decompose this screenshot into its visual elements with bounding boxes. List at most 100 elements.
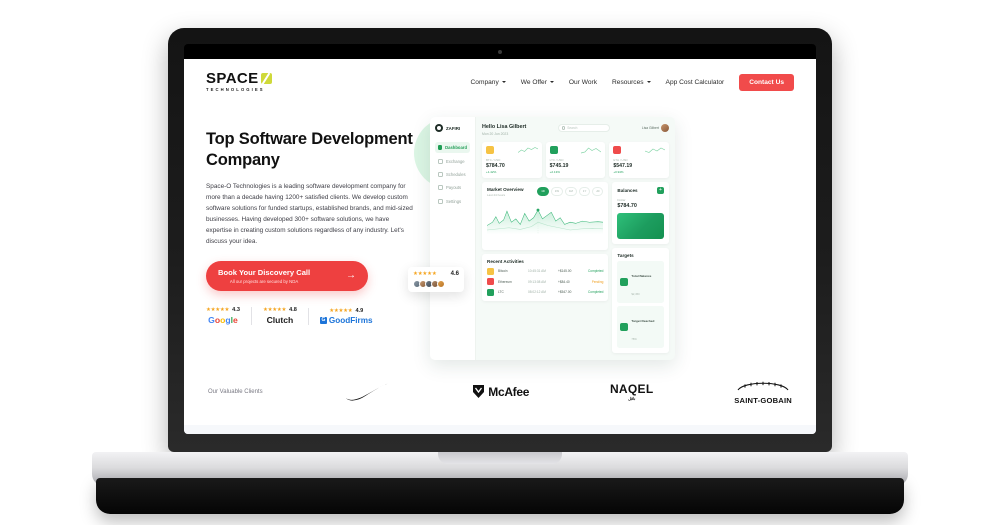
activity-time: 08:02:12 AM xyxy=(528,290,546,294)
sidebar-item-label: Settings xyxy=(446,198,462,204)
target-icon xyxy=(620,278,629,286)
main-navigation: Company We Offer Our Work Resources App … xyxy=(471,73,794,91)
stars-icon: ★★★★★ xyxy=(262,307,287,314)
bitcoin-icon xyxy=(487,267,494,275)
panel-subtitle: Last 24 hours xyxy=(487,193,506,197)
stat-change: +2.13% xyxy=(549,170,560,174)
page-title: Top Software Development Company xyxy=(206,130,413,170)
site-logo[interactable]: SPACE TECHNOLOGIES xyxy=(206,71,272,92)
dashboard-logo: ZAFIRI xyxy=(435,124,470,132)
rating-badge-clutch[interactable]: ★★★★★ 4.8 Clutch xyxy=(250,307,308,326)
stars-icon: ★★★★★ xyxy=(413,271,437,277)
laptop-front-edge xyxy=(96,478,904,514)
rating-score: 4.8 xyxy=(289,307,297,314)
rating-badge-google[interactable]: ★★★★★ 4.3 Google xyxy=(206,307,251,325)
status-badge: Completed xyxy=(588,290,604,294)
sidebar-item-settings[interactable]: Settings xyxy=(435,196,470,207)
pill-1m[interactable]: 1M xyxy=(565,187,577,196)
sidebar-item-schedules[interactable]: Schedules xyxy=(435,169,470,180)
chevron-down-icon xyxy=(646,81,651,83)
stat-pair: LTC / USD xyxy=(549,158,564,162)
activity-amount: +$84.40 xyxy=(558,279,570,284)
nike-swoosh-icon xyxy=(346,382,391,401)
team-row[interactable]: Total Balance $2,450 xyxy=(617,261,664,303)
contact-us-button[interactable]: Contact Us xyxy=(739,73,794,91)
stat-pair: BTC / USD xyxy=(486,158,501,162)
status-badge: Completed xyxy=(588,269,604,273)
mcafee-shield-icon xyxy=(473,385,485,398)
pill-1y[interactable]: 1Y xyxy=(578,187,591,196)
sparkline-chart xyxy=(645,147,666,153)
pill-1d[interactable]: 1D xyxy=(537,187,549,196)
activity-row[interactable]: Bitcoin 10:45:31 AM +$145.00 Completed xyxy=(487,267,604,275)
status-badge: Pending xyxy=(591,279,604,284)
activity-row[interactable]: LTC 08:02:12 AM +$547.00 Completed xyxy=(487,288,604,296)
team-sub: $2,450 xyxy=(631,293,640,296)
activity-name: LTC xyxy=(498,290,504,294)
cta-label: Book Your Discovery Call xyxy=(218,268,311,278)
goodfirms-logo: G GoodFirms xyxy=(319,316,373,325)
book-discovery-call-button[interactable]: Book Your Discovery Call All our project… xyxy=(206,261,368,292)
sidebar-item-exchange[interactable]: Exchange xyxy=(435,155,470,166)
time-range-pills: 1D 1W 1M 1Y All xyxy=(537,187,604,196)
client-logo-mcafee: McAfee xyxy=(472,384,529,399)
rating-score: 4.3 xyxy=(232,307,240,314)
chevron-down-icon xyxy=(501,81,506,83)
grid-icon xyxy=(438,145,443,151)
rating-badges: ★★★★★ 4.3 Google ★★★★★ 4.8 Clutch ★★★★★ … xyxy=(206,307,414,326)
mcafee-wordmark: McAfee xyxy=(488,384,530,399)
stars-icon: ★★★★★ xyxy=(329,307,353,314)
nav-item-we-offer[interactable]: We Offer xyxy=(521,79,554,86)
greeting-text: Hello Lisa Gilbert xyxy=(482,124,527,130)
dashboard-logo-icon xyxy=(435,124,443,132)
nav-item-company[interactable]: Company xyxy=(471,79,506,86)
sidebar-item-dashboard[interactable]: Dashboard xyxy=(435,142,470,154)
balances-panel: Balances + Dollar $784.70 xyxy=(612,182,669,244)
stat-card[interactable]: ETH / USD $547.19 +0.94% xyxy=(609,142,670,178)
nav-item-our-work[interactable]: Our Work xyxy=(569,79,597,86)
client-logo-nike xyxy=(343,382,391,401)
nav-label: App Cost Calculator xyxy=(665,78,725,86)
nav-label: Our Work xyxy=(568,78,598,86)
rating-value: 4.6 xyxy=(450,271,459,277)
dashboard-search-input[interactable]: Search xyxy=(558,124,611,132)
sidebar-item-payouts[interactable]: Payouts xyxy=(435,182,470,193)
avatar xyxy=(437,280,445,288)
activity-amount: +$145.00 xyxy=(558,269,572,273)
google-logo: Google xyxy=(208,315,238,326)
nav-label: Resources xyxy=(612,78,644,86)
hero-visual-column: ZAFIRI Dashboard Exchange Schedules Payo… xyxy=(408,113,794,360)
nav-label: We Offer xyxy=(520,78,547,86)
activity-row[interactable]: Ethereum 09:13:08 AM +$84.40 Pending xyxy=(487,278,603,285)
stat-value: $547.19 xyxy=(613,163,633,169)
pill-1w[interactable]: 1W xyxy=(550,187,563,196)
calendar-icon xyxy=(438,171,443,177)
plus-icon[interactable]: + xyxy=(657,187,664,194)
rating-score: 4.9 xyxy=(355,307,364,314)
hero-section: Top Software Development Company Space-O… xyxy=(184,103,816,360)
exchange-icon xyxy=(438,158,443,164)
pill-all[interactable]: All xyxy=(592,187,604,196)
nav-item-app-cost-calculator[interactable]: App Cost Calculator xyxy=(666,79,725,86)
stat-card[interactable]: BTC / USD $784.70 +1.42% xyxy=(482,142,542,178)
floating-rating-card: ★★★★★ 4.6 xyxy=(408,267,464,292)
team-name: Total Balance xyxy=(631,274,652,278)
nav-item-resources[interactable]: Resources xyxy=(612,79,651,86)
stat-card[interactable]: LTC / USD $745.19 +2.13% xyxy=(545,142,606,178)
activity-name: Ethereum xyxy=(498,279,512,284)
market-overview-panel: Market Overview Last 24 hours 1D 1W 1M 1… xyxy=(482,182,609,250)
dashboard-user-menu[interactable]: Lisa Gilbert xyxy=(642,124,669,132)
rating-badge-goodfirms[interactable]: ★★★★★ 4.9 G GoodFirms xyxy=(307,307,384,325)
arrow-right-icon: → xyxy=(346,270,356,282)
dashboard-sidebar: ZAFIRI Dashboard Exchange Schedules Payo… xyxy=(430,117,476,360)
saint-gobain-wordmark: SAINT-GOBAIN xyxy=(734,396,792,405)
sparkline-chart xyxy=(517,147,538,153)
stat-change: +0.94% xyxy=(613,170,624,174)
slashed-square-icon xyxy=(260,73,272,85)
team-row[interactable]: Target Reached 78% xyxy=(617,306,664,348)
gear-icon xyxy=(438,198,443,204)
wallet-icon xyxy=(438,185,443,191)
team-panel: Targets Total Balance $2,450 Target Reac… xyxy=(612,248,669,353)
logo-wordmark: SPACE xyxy=(206,70,259,88)
activity-amount: +$547.00 xyxy=(558,290,572,294)
